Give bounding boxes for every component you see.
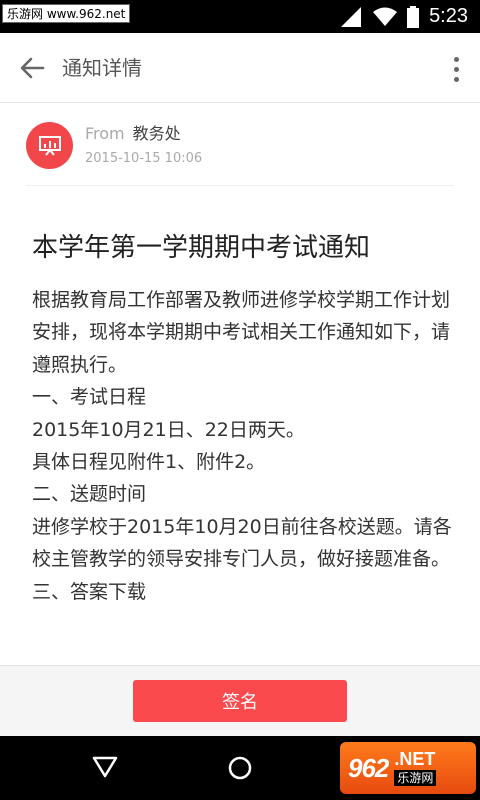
more-options-button[interactable] [446,53,466,85]
status-bar: 乐游网 www.962.net 5:23 [0,0,480,33]
sent-date: 2015-10-15 10:06 [85,151,203,166]
watermark-right: .NET 乐游网 [394,749,437,786]
notice-paragraph: 三、答案下载 [32,580,147,603]
watermark-cn: 乐游网 [394,770,437,786]
more-dot-icon [453,66,459,72]
notice-title: 本学年第一学期期中考试通知 [32,233,371,263]
page-title: 通知详情 [62,56,142,80]
sign-button[interactable]: 签名 [133,680,347,722]
nav-home-button[interactable] [228,756,252,784]
battery-icon [407,5,420,28]
back-button[interactable] [14,52,50,84]
from-line: From 教务处 [85,124,181,144]
action-bar: 签名 [0,665,480,736]
wifi-icon [373,7,398,26]
navigation-bar: 962 .NET 乐游网 [0,736,480,800]
notice-paragraph: 具体日程见附件1、附件2。 [32,451,266,474]
notice-paragraph: 二、送题时间 [32,483,147,506]
status-clock: 5:23 [429,5,468,27]
notice-paragraph: 2015年10月21日、22日两天。 [32,418,305,441]
sender-avatar [26,122,73,169]
circle-home-icon [228,756,252,780]
notice-paragraph: 根据教育局工作部署及教师进修学校学期工作计划安排，现将本学期期中考试相关工作通知… [32,289,451,376]
signal-icon [341,6,362,27]
notice-content: 本学年第一学期期中考试通知 根据教育局工作部署及教师进修学校学期工作计划安排，现… [32,228,456,666]
watermark-number: 962 [348,752,389,783]
watermark-net: .NET [394,749,436,769]
sender-header: From 教务处 2015-10-15 10:06 [26,118,454,186]
nav-back-button[interactable] [92,756,118,782]
from-label: From [85,124,125,143]
watermark-badge: 乐游网 www.962.net [2,4,131,23]
presentation-board-icon [38,135,61,156]
arrow-left-icon [20,57,45,79]
sender-name: 教务处 [132,124,181,143]
notice-paragraph: 一、考试日程 [32,386,147,409]
status-icons: 5:23 [341,0,480,33]
more-dot-icon [453,76,459,82]
watermark-logo: 962 .NET 乐游网 [340,742,476,794]
triangle-back-icon [92,756,118,778]
notice-paragraph: 进修学校于2015年10月20日前往各校送题。请各校主管教学的领导安排专门人员，… [32,515,452,571]
more-dot-icon [453,56,459,62]
app-bar: 通知详情 [0,33,480,103]
